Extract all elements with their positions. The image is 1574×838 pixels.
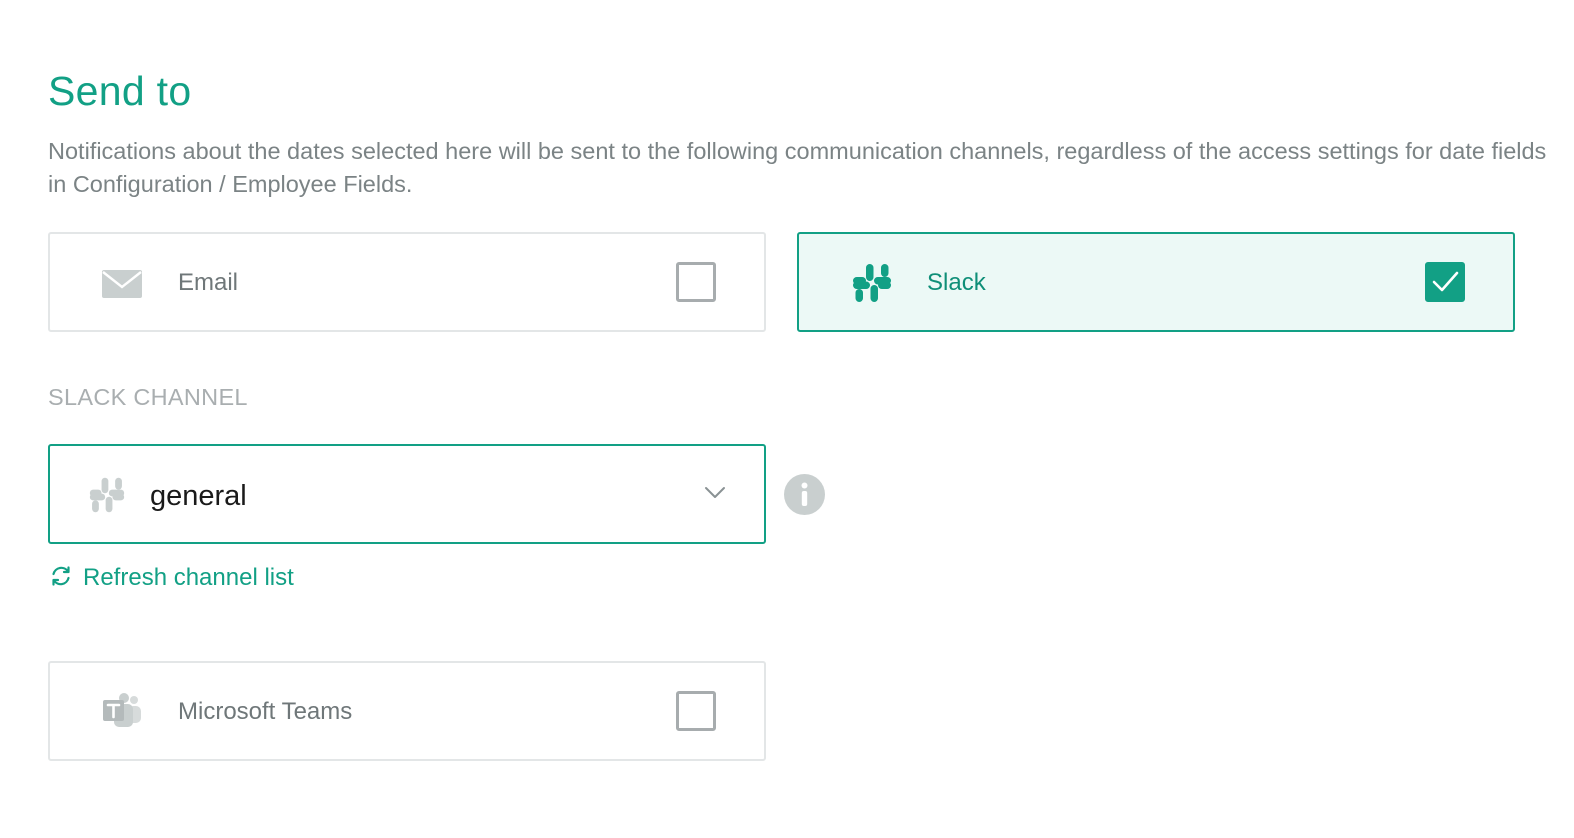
section-title: Send to (48, 68, 192, 114)
refresh-channel-list-link[interactable]: Refresh channel list (49, 562, 294, 594)
slack-icon (851, 262, 895, 306)
send-to-panel: Send to Notifications about the dates se… (0, 0, 1574, 838)
microsoft-teams-channel-card[interactable]: Microsoft Teams (48, 661, 766, 761)
slack-channel-label: Slack (927, 269, 986, 296)
slack-icon (88, 476, 126, 514)
email-channel-card[interactable]: Email (48, 232, 766, 332)
info-icon[interactable] (784, 474, 825, 515)
refresh-channel-list-label: Refresh channel list (83, 564, 294, 591)
slack-channel-selected-value: general (150, 480, 247, 512)
microsoft-teams-checkbox[interactable] (676, 691, 716, 731)
slack-channel-select[interactable]: general (48, 444, 766, 544)
microsoft-teams-channel-label: Microsoft Teams (178, 698, 353, 725)
chevron-down-icon (704, 486, 726, 505)
checkmark-icon (1432, 271, 1459, 292)
microsoft-teams-icon (100, 691, 144, 735)
refresh-icon (49, 564, 73, 593)
section-description: Notifications about the dates selected h… (48, 138, 1547, 197)
envelope-icon (100, 262, 144, 306)
email-channel-label: Email (178, 269, 239, 296)
slack-checkbox[interactable] (1425, 262, 1465, 302)
email-checkbox[interactable] (676, 262, 716, 302)
slack-channel-section-label: SLACK CHANNEL (48, 384, 248, 410)
slack-channel-card[interactable]: Slack (797, 232, 1515, 332)
